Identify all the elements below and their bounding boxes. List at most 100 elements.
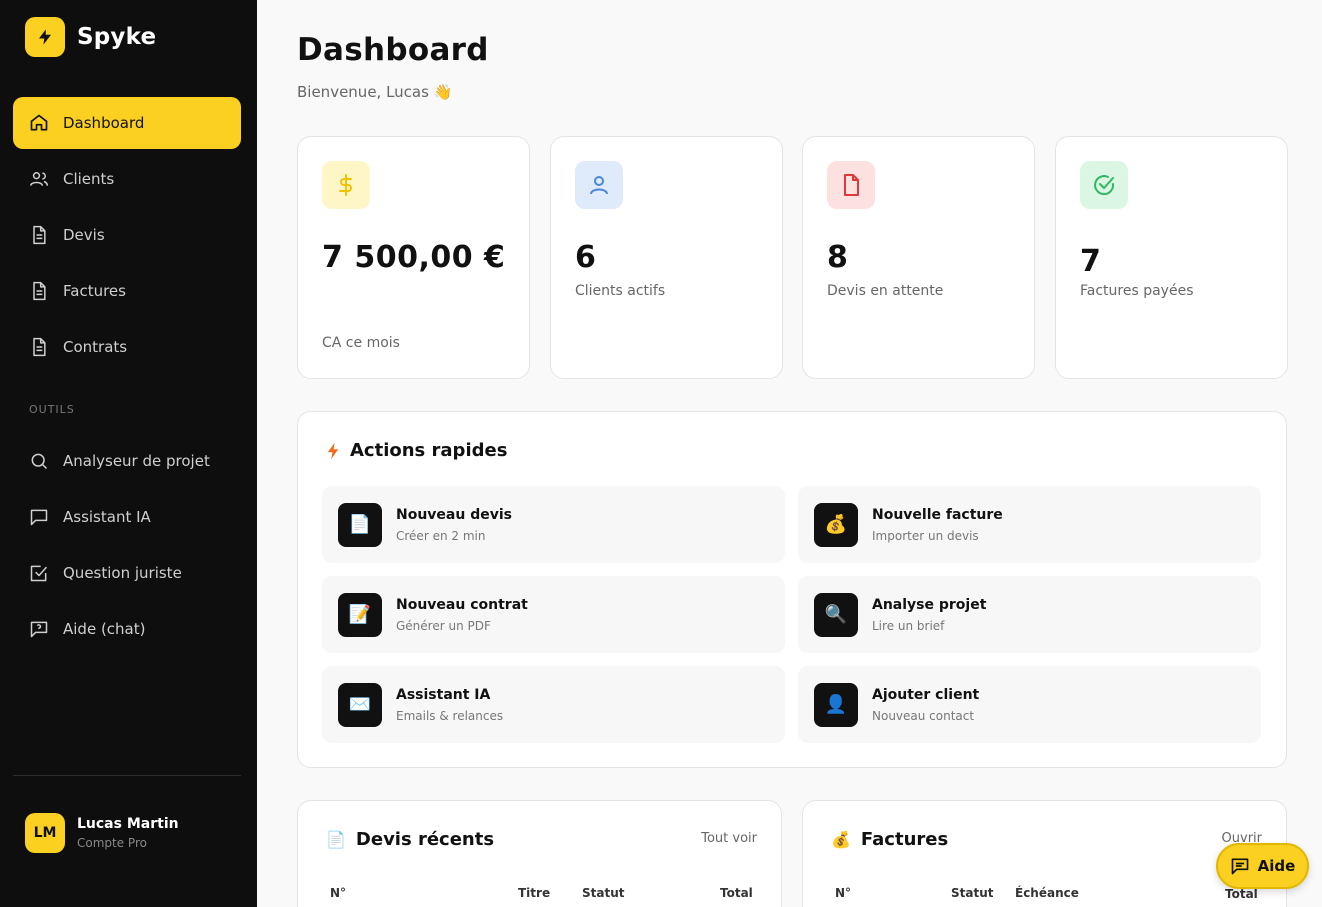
invoices-card: 💰 Factures Ouvrir N° Statut Échéance Tot…	[802, 800, 1287, 907]
card-title: 📄 Devis récents	[326, 829, 494, 850]
person-icon: 👤	[814, 682, 858, 727]
column-header[interactable]: Statut	[951, 886, 994, 900]
quick-actions-card: Actions rapides 📄 Nouveau devis Créer en…	[297, 411, 1287, 768]
stat-card-clients: 6 Clients actifs	[550, 136, 783, 379]
user-plan: Compte Pro	[77, 836, 147, 850]
page-title: Dashboard	[297, 32, 489, 68]
chat-help-icon	[29, 619, 49, 639]
sidebar-divider	[13, 775, 241, 776]
sidebar: Spyke Dashboard Clients Devis Factures C…	[0, 0, 257, 907]
stat-label: Factures payées	[1080, 283, 1194, 299]
bolt-icon	[326, 442, 340, 460]
welcome-message: Bienvenue, Lucas 👋	[297, 83, 453, 101]
avatar: LM	[25, 813, 65, 853]
bolt-icon	[25, 17, 65, 57]
dollar-icon	[322, 161, 370, 209]
sidebar-item-assistant[interactable]: Assistant IA	[13, 491, 241, 543]
see-all-link[interactable]: Tout voir	[701, 831, 757, 846]
help-button[interactable]: Aide	[1216, 843, 1309, 889]
chat-icon	[1230, 856, 1250, 876]
stat-card-devis: 8 Devis en attente	[802, 136, 1035, 379]
column-header[interactable]: Total	[720, 886, 753, 900]
check-circle-icon	[1080, 161, 1128, 209]
money-bag-icon: 💰	[831, 830, 851, 849]
action-title: Ajouter client	[872, 686, 980, 703]
sidebar-item-label: Assistant IA	[63, 508, 151, 526]
action-analyse-project[interactable]: 🔍 Analyse projet Lire un brief	[798, 576, 1261, 653]
quick-actions-title: Actions rapides	[350, 440, 508, 461]
main-content: Dashboard Bienvenue, Lucas 👋 7 500,00 € …	[257, 0, 1322, 907]
action-title: Nouvelle facture	[872, 506, 1003, 523]
action-new-quote[interactable]: 📄 Nouveau devis Créer en 2 min	[322, 486, 785, 563]
card-title: 💰 Factures	[831, 829, 948, 850]
home-icon	[29, 113, 49, 133]
sidebar-item-label: Clients	[63, 170, 115, 188]
document-icon	[29, 281, 49, 301]
user-icon	[575, 161, 623, 209]
action-subtitle: Nouveau contact	[872, 708, 975, 723]
document-icon: 📄	[338, 502, 382, 547]
document-icon	[29, 225, 49, 245]
sidebar-item-label: Devis	[63, 226, 105, 244]
stat-card-revenue: 7 500,00 € CA ce mois	[297, 136, 530, 379]
stat-card-factures: 7 Factures payées	[1055, 136, 1288, 379]
brand[interactable]: Spyke	[25, 17, 156, 57]
users-icon	[29, 169, 49, 189]
stat-value: 7	[1080, 244, 1102, 279]
money-bag-icon: 💰	[814, 502, 858, 547]
sidebar-item-contrats[interactable]: Contrats	[13, 321, 241, 373]
sidebar-item-label: Factures	[63, 282, 126, 300]
action-new-contract[interactable]: 📝 Nouveau contrat Générer un PDF	[322, 576, 785, 653]
action-add-client[interactable]: 👤 Ajouter client Nouveau contact	[798, 666, 1261, 743]
sidebar-item-juriste[interactable]: Question juriste	[13, 547, 241, 599]
sidebar-item-clients[interactable]: Clients	[13, 153, 241, 205]
sidebar-item-devis[interactable]: Devis	[13, 209, 241, 261]
sidebar-item-label: Analyseur de projet	[63, 452, 210, 470]
action-subtitle: Importer un devis	[872, 528, 979, 543]
action-title: Nouveau contrat	[396, 596, 528, 613]
magnifier-icon: 🔍	[814, 592, 858, 637]
stat-label: Clients actifs	[575, 283, 666, 299]
action-ai-assistant[interactable]: ✉️ Assistant IA Emails & relances	[322, 666, 785, 743]
action-subtitle: Créer en 2 min	[396, 528, 486, 543]
sidebar-item-label: Aide (chat)	[63, 620, 146, 638]
sidebar-item-aide[interactable]: Aide (chat)	[13, 603, 241, 655]
chat-icon	[29, 507, 49, 527]
main-nav: Dashboard Clients Devis Factures Contrat…	[13, 97, 241, 377]
stat-label: Devis en attente	[827, 283, 944, 299]
envelope-icon: ✉️	[338, 682, 382, 727]
document-icon: 📄	[326, 830, 346, 849]
sidebar-item-factures[interactable]: Factures	[13, 265, 241, 317]
recent-quotes-title: Devis récents	[355, 829, 495, 850]
card-title: Actions rapides	[326, 440, 507, 461]
action-title: Assistant IA	[396, 686, 491, 703]
help-button-label: Aide	[1257, 857, 1296, 875]
action-title: Nouveau devis	[396, 506, 512, 523]
column-header[interactable]: Titre	[518, 886, 550, 900]
file-icon	[827, 161, 875, 209]
action-subtitle: Générer un PDF	[396, 618, 491, 633]
column-header[interactable]: Échéance	[1015, 886, 1079, 900]
sidebar-item-analyseur[interactable]: Analyseur de projet	[13, 435, 241, 487]
checkbox-icon	[29, 563, 49, 583]
action-new-invoice[interactable]: 💰 Nouvelle facture Importer un devis	[798, 486, 1261, 563]
column-header[interactable]: N°	[835, 886, 851, 900]
sidebar-item-label: Question juriste	[63, 564, 182, 582]
stat-value: 6	[575, 240, 597, 275]
action-subtitle: Lire un brief	[872, 618, 945, 633]
sidebar-item-label: Dashboard	[63, 114, 145, 132]
user-name: Lucas Martin	[77, 816, 179, 832]
tools-nav: Analyseur de projet Assistant IA Questio…	[13, 435, 241, 659]
sidebar-item-label: Contrats	[63, 338, 128, 356]
column-header[interactable]: Statut	[582, 886, 625, 900]
stat-label: CA ce mois	[322, 335, 400, 351]
memo-icon: 📝	[338, 592, 382, 637]
nav-section-label: OUTILS	[29, 403, 75, 416]
column-header[interactable]: N°	[330, 886, 346, 900]
column-header[interactable]: Total	[1225, 887, 1258, 901]
invoices-title: Factures	[860, 829, 949, 850]
recent-quotes-card: 📄 Devis récents Tout voir N° Titre Statu…	[297, 800, 782, 907]
user-profile[interactable]: LM Lucas Martin Compte Pro	[25, 813, 179, 853]
sidebar-item-dashboard[interactable]: Dashboard	[13, 97, 241, 149]
document-icon	[29, 337, 49, 357]
